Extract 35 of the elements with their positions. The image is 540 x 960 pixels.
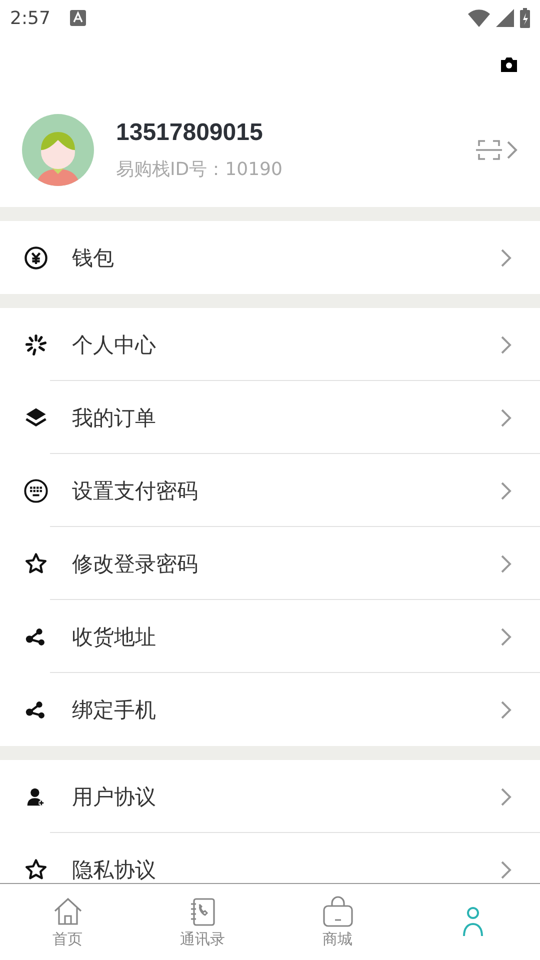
- camera-icon[interactable]: [500, 56, 518, 72]
- keyboard-icon: [23, 478, 49, 504]
- menu-item[interactable]: 个人中心: [72, 330, 500, 358]
- menu-item[interactable]: 用户协议: [72, 782, 500, 810]
- menu-item[interactable]: 钱包: [72, 244, 500, 272]
- menu-item[interactable]: 绑定手机: [72, 696, 500, 724]
- menu-item[interactable]: 收货地址: [72, 622, 500, 650]
- tab[interactable]: 首页: [0, 884, 135, 960]
- battery-icon: [520, 8, 530, 28]
- tab[interactable]: 商城: [270, 884, 405, 960]
- tab[interactable]: 通讯录: [135, 884, 270, 960]
- signal-icon: [496, 9, 514, 27]
- notification-icon: [70, 10, 86, 26]
- menu-item[interactable]: 设置支付密码: [72, 476, 500, 504]
- chevron-icon: [500, 626, 512, 646]
- bag-icon: [320, 896, 354, 928]
- phone-number: 13517809015: [116, 118, 264, 146]
- chevron-icon: [500, 408, 512, 428]
- chevron-icon: [500, 480, 512, 500]
- scan-icon[interactable]: [476, 138, 502, 162]
- user-id: 易购栈ID号：10190: [116, 158, 284, 180]
- spinner-icon: [23, 332, 49, 358]
- chevron-icon: [500, 860, 512, 880]
- chevron-icon: [500, 334, 512, 354]
- status-time: 2:57: [10, 8, 50, 28]
- chevron-icon: [500, 248, 512, 268]
- chevron-icon: [500, 554, 512, 574]
- menu-item[interactable]: 修改登录密码: [72, 550, 500, 578]
- chevron-icon: [500, 786, 512, 806]
- yen-icon: [23, 244, 49, 270]
- menu-item[interactable]: 我的订单: [72, 404, 500, 432]
- chevron-icon: [500, 700, 512, 720]
- chevron-icon: [506, 140, 518, 160]
- wifi-icon: [468, 9, 490, 27]
- menu-item[interactable]: 隐私协议: [72, 856, 500, 883]
